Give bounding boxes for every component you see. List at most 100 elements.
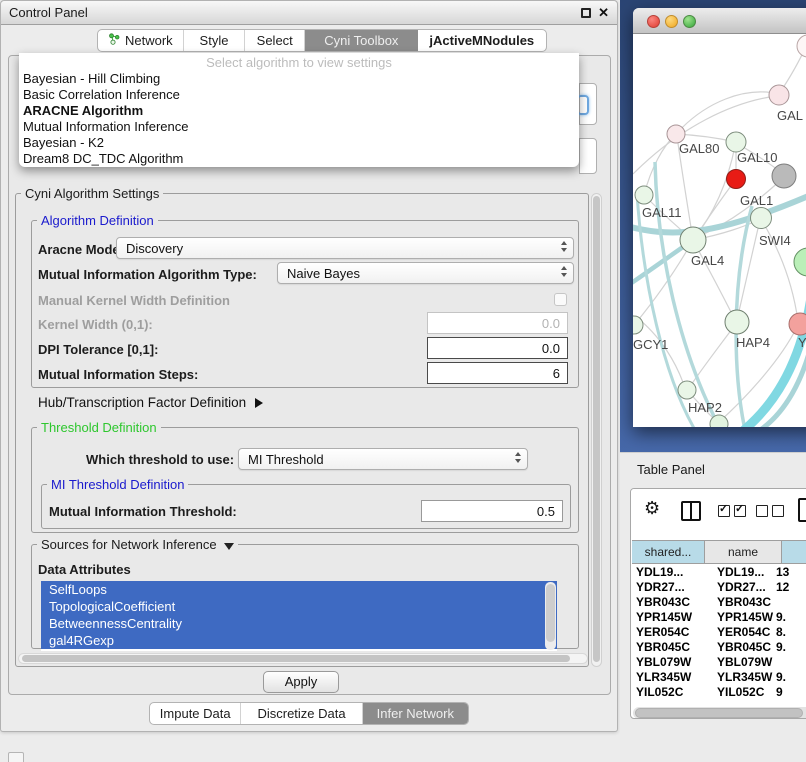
collapsed-arrow-icon xyxy=(255,398,263,408)
which-threshold-select[interactable]: MI Threshold xyxy=(238,448,528,470)
table-panel-section: Table Panel shared... name YDL19...YDL19… xyxy=(620,452,806,762)
settings-vertical-scrollbar[interactable] xyxy=(591,193,602,667)
table-row[interactable]: YIL052CYIL052C9 xyxy=(632,685,806,697)
stepper-arrows-icon xyxy=(561,266,567,277)
label-gcy1: GCY1 xyxy=(633,337,668,352)
node-gal10[interactable] xyxy=(726,132,746,152)
aracne-mode-select[interactable]: Discovery xyxy=(116,237,574,259)
node-gray[interactable] xyxy=(772,164,796,188)
table-row[interactable]: YLR345WYLR345W9. xyxy=(632,670,806,685)
label-hap4: HAP4 xyxy=(736,335,770,350)
table-row[interactable]: YBR043CYBR043C xyxy=(632,595,806,610)
node-gal4[interactable] xyxy=(680,227,706,253)
settings-legend: Cyni Algorithm Settings xyxy=(21,186,163,201)
list-item[interactable]: BetweennessCentrality xyxy=(41,615,557,632)
close-traffic-light[interactable] xyxy=(647,15,660,28)
label-gal1: GAL1 xyxy=(740,193,773,208)
list-item[interactable]: SelfLoops xyxy=(41,581,557,598)
tab-impute-data[interactable]: Impute Data xyxy=(150,703,241,724)
node-salmon[interactable] xyxy=(789,313,806,335)
node-gal-partial[interactable] xyxy=(769,85,789,105)
tab-style[interactable]: Style xyxy=(184,30,246,51)
list-vertical-scrollbar[interactable] xyxy=(545,582,556,650)
algorithm-dropdown: Select algorithm to view settings Bayesi… xyxy=(19,53,579,167)
close-icon[interactable] xyxy=(598,5,609,21)
table-panel-title: Table Panel xyxy=(637,462,705,477)
label-gal11: GAL11 xyxy=(642,205,682,220)
dpi-tolerance-input[interactable]: 0.0 xyxy=(427,337,568,359)
table-row[interactable]: YBR045CYBR045C9. xyxy=(632,640,806,655)
list-item[interactable]: gal4RGexp xyxy=(41,632,557,649)
mi-algorithm-type-label: Mutual Information Algorithm Type: xyxy=(38,267,257,282)
hidden-combobox-fragment-2 xyxy=(579,138,597,174)
threshold-definition-legend: Threshold Definition xyxy=(37,420,161,435)
float-window-icon[interactable] xyxy=(581,8,591,18)
node-gal1[interactable] xyxy=(751,208,772,229)
table-row[interactable]: YDL19...YDL19...13 xyxy=(632,565,806,580)
tab-network[interactable]: Network xyxy=(98,30,184,51)
algorithm-option-selected[interactable]: ARACNE Algorithm xyxy=(19,103,579,119)
scrollbar-thumb[interactable] xyxy=(635,708,803,718)
node-partial-top[interactable] xyxy=(797,35,806,57)
zoom-traffic-light[interactable] xyxy=(683,15,696,28)
tab-network-label: Network xyxy=(125,33,173,48)
scrollbar-thumb[interactable] xyxy=(593,196,600,662)
hub-definition-toggle[interactable]: Hub/Transcription Factor Definition xyxy=(38,395,263,410)
table-row[interactable]: YBL079WYBL079W xyxy=(632,655,806,670)
settings-horizontal-scrollbar[interactable] xyxy=(18,653,588,664)
unchecked-checkbox-icon[interactable] xyxy=(756,505,768,517)
algorithm-option[interactable]: Mutual Information Inference xyxy=(19,119,579,135)
mi-steps-input[interactable]: 6 xyxy=(427,362,568,384)
tab-jactivemnodules[interactable]: jActiveMNodules xyxy=(418,30,546,51)
mi-threshold-legend: MI Threshold Definition xyxy=(47,477,188,492)
scrollbar-thumb[interactable] xyxy=(22,655,570,662)
tab-infer-network[interactable]: Infer Network xyxy=(363,703,468,724)
kernel-width-input[interactable]: 0.0 xyxy=(427,312,568,334)
tab-cyni-toolbox[interactable]: Cyni Toolbox xyxy=(305,30,418,51)
node-bright-green[interactable] xyxy=(794,248,806,276)
mi-algorithm-type-select[interactable]: Naive Bayes xyxy=(277,262,574,284)
algorithm-option[interactable]: Bayesian - Hill Climbing xyxy=(19,71,579,87)
stepper-arrows-icon xyxy=(561,241,567,252)
manual-kernel-width-checkbox[interactable] xyxy=(554,293,567,306)
corner-widget-icon[interactable] xyxy=(8,752,24,762)
mi-threshold-input[interactable]: 0.5 xyxy=(421,500,563,522)
table-row[interactable]: YDR27...YDR27...12 xyxy=(632,580,806,595)
tab-discretize-data[interactable]: Discretize Data xyxy=(241,703,362,724)
network-window-titlebar[interactable] xyxy=(633,8,806,34)
tab-select[interactable]: Select xyxy=(245,30,305,51)
table-row[interactable]: YPR145WYPR145W9. xyxy=(632,610,806,625)
table-horizontal-scrollbar[interactable] xyxy=(633,707,806,719)
table-body: YDL19...YDL19...13 YDR27...YDR27...12 YB… xyxy=(632,565,806,697)
checked-checkbox-icon[interactable] xyxy=(718,505,730,517)
algorithm-option[interactable]: Basic Correlation Inference xyxy=(19,87,579,103)
node-selected-red[interactable] xyxy=(727,170,746,189)
column-header-shared-name[interactable]: shared... xyxy=(632,541,705,563)
column-header-partial[interactable] xyxy=(782,541,806,563)
algorithm-option[interactable]: Dream8 DC_TDC Algorithm xyxy=(19,151,579,167)
label-swi4: SWI4 xyxy=(759,233,791,248)
table-row[interactable]: YER054CYER054C8. xyxy=(632,625,806,640)
unchecked-checkbox-icon[interactable] xyxy=(772,505,784,517)
document-icon[interactable] xyxy=(798,498,806,522)
apply-button[interactable]: Apply xyxy=(263,671,339,693)
node-gal11[interactable] xyxy=(635,186,653,204)
gear-icon[interactable] xyxy=(644,498,660,519)
mi-threshold-label: Mutual Information Threshold: xyxy=(49,504,237,519)
data-attributes-list: SelfLoops TopologicalCoefficient Between… xyxy=(41,581,557,651)
sources-legend[interactable]: Sources for Network Inference xyxy=(37,537,238,552)
node-hap4[interactable] xyxy=(725,310,749,334)
column-header-name[interactable]: name xyxy=(705,541,782,563)
network-canvas[interactable]: GAL GAL80 GAL10 GAL1 GAL11 SWI4 GAL4 GCY… xyxy=(633,34,806,427)
minimize-traffic-light[interactable] xyxy=(665,15,678,28)
label-gal80: GAL80 xyxy=(679,141,719,156)
control-panel-titlebar[interactable]: Control Panel xyxy=(1,1,617,25)
mi-steps-label: Mutual Information Steps: xyxy=(38,367,198,382)
checked-checkbox-icon[interactable] xyxy=(734,505,746,517)
list-item[interactable]: TopologicalCoefficient xyxy=(41,598,557,615)
node-hap2[interactable] xyxy=(678,381,696,399)
node-gcy1[interactable] xyxy=(633,316,643,334)
algorithm-option[interactable]: Bayesian - K2 xyxy=(19,135,579,151)
column-layout-icon[interactable] xyxy=(681,501,701,521)
stepper-arrows-icon xyxy=(515,452,521,463)
